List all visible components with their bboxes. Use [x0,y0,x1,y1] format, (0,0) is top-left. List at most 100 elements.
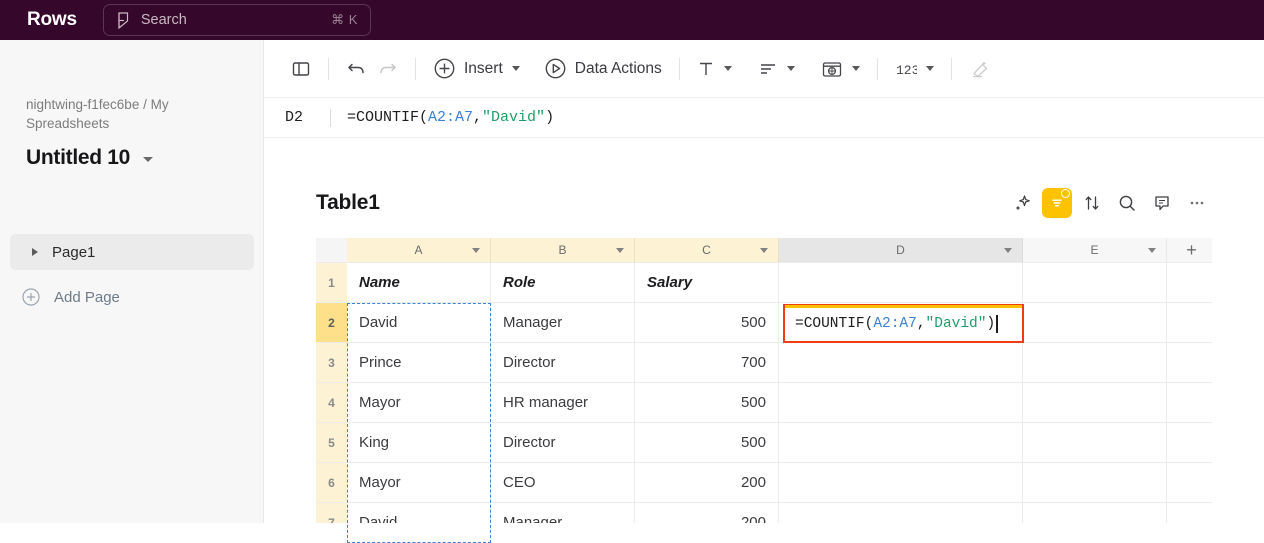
ai-assist-button[interactable] [1007,188,1037,218]
grid-corner-cell[interactable] [316,238,347,263]
chevron-down-icon[interactable] [925,66,934,71]
text-format-icon [697,59,715,79]
chevron-down-icon[interactable] [786,66,795,71]
cell-d4[interactable] [779,383,1023,423]
cell-c5[interactable]: 500 [635,423,779,463]
cell-a1[interactable]: Name [347,263,491,303]
chevron-down-icon[interactable] [1004,248,1012,253]
spreadsheet-grid[interactable]: A B C D E + 1 Name Role Salary 2 David M… [316,238,1212,523]
table-row: 1 Name Role Salary [316,263,1212,303]
table-name[interactable]: Table1 [316,191,1002,215]
row-number[interactable]: 1 [316,263,347,303]
cell-b6[interactable]: CEO [491,463,635,503]
cell-d1[interactable] [779,263,1023,303]
cell-c3[interactable]: 700 [635,343,779,383]
cell-c4[interactable]: 500 [635,383,779,423]
cell-e1[interactable] [1023,263,1167,303]
chevron-right-icon[interactable] [32,248,38,256]
row-number[interactable]: 2 [316,303,347,343]
breadcrumb[interactable]: nightwing-f1fec6be / My Spreadsheets [26,95,226,133]
svg-text:123: 123 [896,63,917,78]
chevron-down-icon[interactable] [851,66,860,71]
cell-b4[interactable]: HR manager [491,383,635,423]
formula-input[interactable]: =COUNTIF(A2:A7,"David") [347,109,554,126]
app-logo: Rows [27,9,77,30]
column-header-e[interactable]: E [1023,238,1167,263]
chevron-down-icon[interactable] [616,248,624,253]
cell-e3[interactable] [1023,343,1167,383]
toolbar-divider-5 [950,57,952,80]
align-button[interactable] [753,52,800,86]
add-page-button[interactable]: Add Page [10,280,254,314]
cell-b1[interactable]: Role [491,263,635,303]
cell-a2[interactable]: David [347,303,491,343]
chevron-down-icon[interactable] [1148,248,1156,253]
cell-b2[interactable]: Manager [491,303,635,343]
cell-d6[interactable] [779,463,1023,503]
cell-e4[interactable] [1023,383,1167,423]
active-cell-editor[interactable]: =COUNTIF(A2:A7, "David") [783,304,1024,343]
cell-e7[interactable] [1023,503,1167,523]
formula-bar-divider [330,108,331,127]
text-format-button[interactable] [692,52,737,86]
number-format-button[interactable]: 123 [890,52,939,86]
cell-c6[interactable]: 200 [635,463,779,503]
formula-prefix: =COUNTIF( [347,109,429,126]
table-row: 7 David Manager 200 [316,503,1212,523]
insert-button[interactable]: Insert [428,52,525,86]
undo-button[interactable] [341,52,372,86]
fill-color-button[interactable] [816,52,865,86]
row-number[interactable]: 6 [316,463,347,503]
column-header-b[interactable]: B [491,238,635,263]
cell-a6[interactable]: Mayor [347,463,491,503]
cell-c2[interactable]: 500 [635,303,779,343]
cell-c7[interactable]: 200 [635,503,779,523]
chevron-down-icon[interactable] [143,157,154,162]
more-options-button[interactable] [1182,188,1212,218]
filter-button[interactable] [1042,188,1072,218]
chevron-down-icon[interactable] [511,66,520,71]
row-number[interactable]: 7 [316,503,347,523]
cell-c1[interactable]: Salary [635,263,779,303]
number-123-icon: 123 [895,59,919,79]
palette-frame-icon [821,59,843,79]
toggle-sidebar-button[interactable] [286,52,316,86]
cell-pad-7 [1167,503,1212,523]
row-number[interactable]: 4 [316,383,347,423]
data-actions-button[interactable]: Data Actions [539,52,667,86]
sidebar-item-page1[interactable]: Page1 [10,234,254,270]
row-number[interactable]: 3 [316,343,347,383]
cell-d3[interactable] [779,343,1023,383]
chevron-down-icon[interactable] [723,66,732,71]
left-sidebar: nightwing-f1fec6be / My Spreadsheets Unt… [0,40,264,523]
cell-a4[interactable]: Mayor [347,383,491,423]
comment-icon [1152,193,1172,213]
clear-format-button[interactable] [964,52,996,86]
cell-a3[interactable]: Prince [347,343,491,383]
column-header-a[interactable]: A [347,238,491,263]
redo-button[interactable] [372,52,403,86]
cell-b3[interactable]: Director [491,343,635,383]
cell-d5[interactable] [779,423,1023,463]
table-row: 5 King Director 500 [316,423,1212,463]
add-column-button[interactable]: + [1167,238,1212,263]
cell-b7[interactable]: Manager [491,503,635,523]
comment-button[interactable] [1147,188,1177,218]
chevron-down-icon[interactable] [472,248,480,253]
cell-a7[interactable]: David [347,503,491,523]
cell-b5[interactable]: Director [491,423,635,463]
cell-a5[interactable]: King [347,423,491,463]
column-header-d[interactable]: D [779,238,1023,263]
search-table-button[interactable] [1112,188,1142,218]
global-search-input[interactable]: Search ⌘ K [102,4,371,36]
cell-e6[interactable] [1023,463,1167,503]
column-header-c[interactable]: C [635,238,779,263]
row-number[interactable]: 5 [316,423,347,463]
cell-reference-box[interactable]: D2 [264,109,324,126]
cell-d7[interactable] [779,503,1023,523]
document-title-row[interactable]: Untitled 10 [26,146,154,170]
cell-e2[interactable] [1023,303,1167,343]
sort-button[interactable] [1077,188,1107,218]
cell-e5[interactable] [1023,423,1167,463]
chevron-down-icon[interactable] [760,248,768,253]
